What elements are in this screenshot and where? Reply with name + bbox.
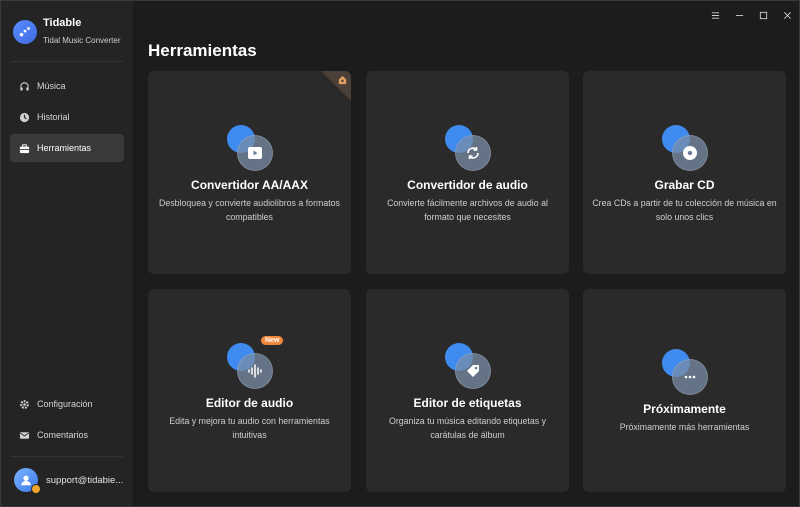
app-window: Tidable Tidal Music Converter Música His… (0, 0, 800, 507)
card-title: Editor de etiquetas (413, 396, 522, 410)
app-name: Tidable (43, 17, 82, 29)
waveform-icon (226, 343, 273, 389)
sidebar-item-configuracion[interactable]: Configuración (10, 390, 124, 418)
tool-card-tag-editor[interactable]: Editor de etiquetas Organiza tu música e… (366, 289, 569, 492)
menu-icon[interactable] (703, 6, 727, 24)
sidebar-item-label: Historial (37, 112, 70, 122)
tool-card-audio-editor[interactable]: New Editor de audio Edita y mejora tu au… (148, 289, 351, 492)
maximize-icon[interactable] (751, 6, 775, 24)
sidebar-item-herramientas[interactable]: Herramientas (10, 134, 124, 162)
play-video-icon (226, 125, 273, 171)
window-controls (703, 6, 799, 24)
sidebar-item-label: Comentarios (37, 430, 89, 440)
toolbox-icon (19, 143, 30, 154)
sidebar-item-label: Música (37, 81, 66, 91)
card-description: Organiza tu música editando etiquetas y … (389, 416, 546, 440)
minimize-icon[interactable] (727, 6, 751, 24)
lock-icon (338, 75, 347, 85)
card-title: Próximamente (643, 402, 726, 416)
page-title: Herramientas (148, 41, 257, 60)
cd-icon (661, 125, 708, 171)
card-description: Crea CDs a partir de tu colección de mús… (592, 198, 777, 222)
card-description: Próximamente más herramientas (619, 422, 750, 432)
card-description: Desbloquea y convierte audiolibros a for… (159, 198, 340, 222)
close-icon[interactable] (775, 6, 799, 24)
new-badge: New (261, 336, 284, 345)
premium-badge-icon (31, 484, 41, 494)
card-title: Editor de audio (205, 396, 294, 410)
card-title: Convertidor de audio (407, 178, 528, 192)
tag-icon (444, 343, 491, 389)
divider (11, 456, 123, 457)
card-title: Convertidor AA/AAX (191, 178, 308, 192)
gear-icon (19, 399, 30, 410)
sidebar-item-label: Herramientas (37, 143, 92, 153)
sidebar-item-label: Configuración (37, 399, 93, 409)
tool-card-coming-soon[interactable]: Próximamente Próximamente más herramient… (583, 289, 786, 492)
sidebar: Tidable Tidal Music Converter Música His… (1, 1, 134, 506)
brand: Tidable Tidal Music Converter (13, 17, 121, 46)
card-description: Edita y mejora tu audio con herramientas… (169, 416, 330, 440)
mail-icon (19, 430, 30, 441)
avatar (14, 468, 41, 494)
app-logo-icon (13, 19, 37, 44)
clock-icon (19, 112, 30, 123)
more-icon (661, 349, 708, 395)
sidebar-item-comentarios[interactable]: Comentarios (10, 421, 124, 449)
headphones-icon (19, 81, 30, 92)
app-subtitle: Tidal Music Converter (43, 36, 121, 45)
card-description: Convierte fácilmente archivos de audio a… (387, 198, 548, 222)
convert-icon (444, 125, 491, 171)
user-account[interactable]: support@tidabie... (14, 468, 126, 494)
tool-card-audio-converter[interactable]: Convertidor de audio Convierte fácilment… (366, 71, 569, 274)
sidebar-item-historial[interactable]: Historial (10, 103, 124, 131)
card-title: Grabar CD (654, 178, 715, 192)
tool-card-burn-cd[interactable]: Grabar CD Crea CDs a partir de tu colecc… (583, 71, 786, 274)
tool-card-aa-aax[interactable]: Convertidor AA/AAX Desbloquea y conviert… (148, 71, 351, 274)
sidebar-item-musica[interactable]: Música (10, 72, 124, 100)
divider (11, 61, 123, 62)
user-email: support@tidabie... (46, 474, 124, 486)
